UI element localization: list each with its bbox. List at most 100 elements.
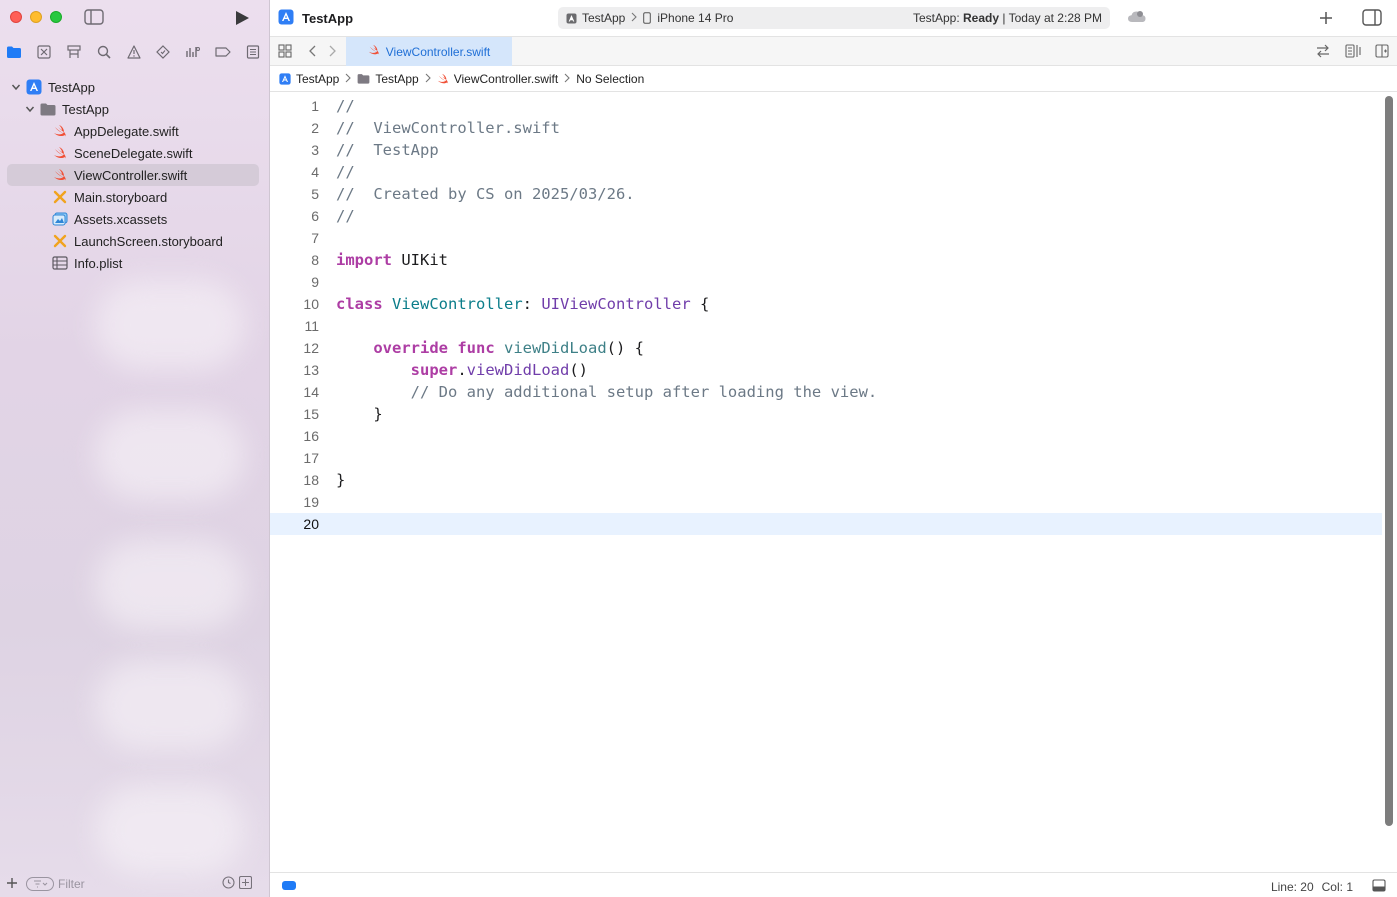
code-line: 19 bbox=[270, 491, 1382, 513]
line-number: 13 bbox=[303, 362, 319, 378]
filter-field[interactable]: Filter bbox=[26, 875, 253, 893]
source-control-navigator-icon[interactable] bbox=[36, 44, 52, 60]
folder-icon bbox=[40, 101, 56, 117]
chevron-right-icon bbox=[631, 11, 638, 25]
run-destination-selector[interactable]: iPhone 14 Pro bbox=[643, 11, 733, 25]
status-time: | Today at 2:28 PM bbox=[1002, 11, 1102, 25]
scheme-selector[interactable]: TestApp bbox=[566, 11, 625, 25]
code-line: 3 // TestApp bbox=[270, 139, 1382, 161]
breadcrumb-selection[interactable]: No Selection bbox=[576, 72, 644, 86]
breadcrumb-project[interactable]: TestApp bbox=[279, 72, 339, 86]
cloud-sync-icon[interactable] bbox=[1127, 10, 1147, 26]
related-items-grid-icon[interactable] bbox=[278, 44, 292, 58]
source-code-editor[interactable]: 1 // 2 // ViewController.swift 3 // Test… bbox=[270, 93, 1382, 871]
asset-catalog-icon bbox=[52, 211, 68, 227]
window-title: TestApp bbox=[302, 11, 354, 26]
code-line: 7 bbox=[270, 227, 1382, 249]
code-text: super.viewDidLoad() bbox=[410, 361, 588, 379]
code-line: 17 bbox=[270, 447, 1382, 469]
run-button[interactable] bbox=[233, 9, 251, 27]
navigate-forward-chevron-icon[interactable] bbox=[327, 44, 337, 58]
line-number: 1 bbox=[311, 98, 319, 114]
issue-navigator-warning-icon[interactable] bbox=[126, 44, 142, 60]
code-line: 15 } bbox=[270, 403, 1382, 425]
editor-options-icon[interactable] bbox=[1345, 44, 1361, 58]
tree-item-file[interactable]: Info.plist bbox=[0, 252, 269, 274]
recent-files-clock-icon[interactable] bbox=[222, 876, 235, 892]
debug-navigator-icon[interactable] bbox=[185, 44, 201, 60]
breadcrumb-label: ViewController.swift bbox=[453, 71, 559, 86]
status-state: Ready bbox=[963, 11, 1000, 25]
plist-icon bbox=[52, 255, 68, 271]
symbol-navigator-icon[interactable] bbox=[66, 44, 82, 60]
tree-item-file[interactable]: LaunchScreen.storyboard bbox=[0, 230, 269, 252]
minimap-indicator[interactable] bbox=[282, 881, 296, 890]
code-line: 12 override func viewDidLoad() { bbox=[270, 337, 1382, 359]
navigate-back-chevron-icon[interactable] bbox=[308, 44, 318, 58]
line-number: 15 bbox=[303, 406, 319, 422]
breadcrumb-file[interactable]: ViewController.swift bbox=[437, 72, 558, 86]
tree-item-project[interactable]: TestApp bbox=[0, 76, 269, 98]
line-number: 16 bbox=[303, 428, 319, 444]
tree-item-label: Info.plist bbox=[74, 255, 123, 271]
code-line: 10 class ViewController: UIViewControlle… bbox=[270, 293, 1382, 315]
jump-bar-breadcrumb: TestApp TestApp ViewController.swift No … bbox=[270, 66, 1397, 92]
close-window-button[interactable] bbox=[10, 11, 22, 23]
code-text: // bbox=[336, 207, 355, 225]
storyboard-icon bbox=[52, 189, 68, 205]
project-navigator-folder-icon[interactable] bbox=[6, 44, 22, 60]
code-line: 14 // Do any additional setup after load… bbox=[270, 381, 1382, 403]
window-toolbar: TestApp TestApp iPhone 14 Pro TestApp: R… bbox=[270, 0, 1397, 36]
tab-viewcontroller-swift[interactable]: ViewController.swift bbox=[346, 37, 512, 66]
code-text: import UIKit bbox=[336, 251, 448, 269]
inspector-toggle-icon[interactable] bbox=[1362, 9, 1382, 26]
code-line-current: 20 bbox=[270, 513, 1382, 535]
tree-item-file[interactable]: Assets.xcassets bbox=[0, 208, 269, 230]
tree-item-file[interactable]: SceneDelegate.swift bbox=[0, 142, 269, 164]
tree-item-label: ViewController.swift bbox=[74, 167, 188, 183]
filter-options-icon[interactable] bbox=[26, 877, 54, 891]
swift-file-icon bbox=[52, 123, 68, 139]
tree-item-group[interactable]: TestApp bbox=[0, 98, 269, 120]
code-line: 1 // bbox=[270, 95, 1382, 117]
tree-item-file[interactable]: AppDelegate.swift bbox=[0, 120, 269, 142]
chevron-down-icon[interactable] bbox=[10, 81, 22, 93]
navigator-sidebar: TestApp TestApp AppDelegate.swift SceneD… bbox=[0, 0, 270, 897]
code-review-arrows-icon[interactable] bbox=[1315, 44, 1331, 58]
tree-item-file-selected[interactable]: ViewController.swift bbox=[0, 164, 269, 186]
chevron-down-icon[interactable] bbox=[24, 103, 36, 115]
line-number: 10 bbox=[303, 296, 319, 312]
source-control-filter-icon[interactable] bbox=[238, 875, 253, 892]
minimize-window-button[interactable] bbox=[30, 11, 42, 23]
line-number: 9 bbox=[311, 274, 319, 290]
editor-scrollbar[interactable] bbox=[1385, 96, 1393, 826]
test-navigator-diamond-icon[interactable] bbox=[155, 44, 171, 60]
sidebar-toggle-icon[interactable] bbox=[84, 9, 104, 25]
line-number: 19 bbox=[303, 494, 319, 510]
editor-options bbox=[1315, 44, 1391, 58]
line-number: 17 bbox=[303, 450, 319, 466]
cursor-column: Col: 1 bbox=[1321, 880, 1353, 894]
debug-area-toggle-icon[interactable] bbox=[1372, 879, 1386, 892]
tree-item-label: LaunchScreen.storyboard bbox=[74, 233, 223, 249]
zoom-window-button[interactable] bbox=[50, 11, 62, 23]
code-text: // Created by CS on 2025/03/26. bbox=[336, 185, 635, 203]
add-file-plus-icon[interactable] bbox=[6, 877, 18, 892]
find-navigator-search-icon[interactable] bbox=[96, 44, 112, 60]
code-text: class ViewController: UIViewController { bbox=[336, 295, 710, 313]
breakpoint-navigator-icon[interactable] bbox=[215, 44, 231, 60]
cursor-position: Line: 20 Col: 1 bbox=[1271, 880, 1353, 894]
line-number: 2 bbox=[311, 120, 319, 136]
tab-label: ViewController.swift bbox=[385, 44, 491, 59]
add-library-plus-icon[interactable] bbox=[1317, 9, 1335, 27]
tree-item-file[interactable]: Main.storyboard bbox=[0, 186, 269, 208]
activity-scheme-bar: TestApp iPhone 14 Pro TestApp: Ready | T… bbox=[558, 7, 1110, 29]
project-title: TestApp bbox=[278, 9, 353, 28]
tree-item-label: TestApp bbox=[48, 79, 95, 95]
cursor-line: Line: 20 bbox=[1270, 880, 1314, 894]
add-editor-split-icon[interactable] bbox=[1375, 44, 1391, 58]
code-text: } bbox=[336, 471, 346, 489]
breadcrumb-group[interactable]: TestApp bbox=[357, 72, 419, 86]
report-navigator-icon[interactable] bbox=[245, 44, 261, 60]
code-text: // bbox=[336, 97, 355, 115]
